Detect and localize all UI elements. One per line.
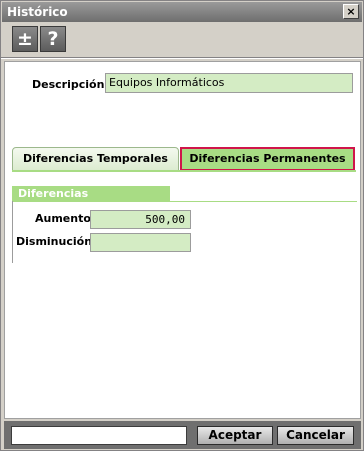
disminucion-field[interactable] xyxy=(90,233,191,252)
section-title: Diferencias permanentes xyxy=(12,186,170,216)
cancel-button[interactable]: Cancelar xyxy=(277,426,354,445)
tab-diferencias-permanentes[interactable]: Diferencias Permanentes xyxy=(180,147,355,171)
close-button[interactable]: × xyxy=(343,4,359,19)
toolbar: ± ? xyxy=(7,26,67,54)
aumento-field[interactable]: 500,00 xyxy=(90,210,191,229)
toolbar-divider xyxy=(1,57,363,59)
historico-window: Histórico × ± ? Descripción Equipos Info… xyxy=(0,0,364,451)
disminucion-label: Disminución xyxy=(16,235,93,248)
tab-underline xyxy=(12,170,356,172)
section-left-border xyxy=(12,201,13,263)
tab-diferencias-temporales[interactable]: Diferencias Temporales xyxy=(12,147,179,171)
aumento-label: Aumento xyxy=(35,212,91,225)
window-title: Histórico xyxy=(7,5,68,19)
expand-collapse-button[interactable]: ± xyxy=(12,26,38,52)
title-bar: Histórico × xyxy=(2,2,362,22)
help-button[interactable]: ? xyxy=(40,26,66,52)
status-field[interactable] xyxy=(11,426,187,445)
accept-button[interactable]: Aceptar xyxy=(197,426,273,445)
description-field[interactable]: Equipos Informáticos xyxy=(105,73,353,93)
section-divider xyxy=(12,201,357,202)
description-label: Descripción xyxy=(32,78,105,91)
